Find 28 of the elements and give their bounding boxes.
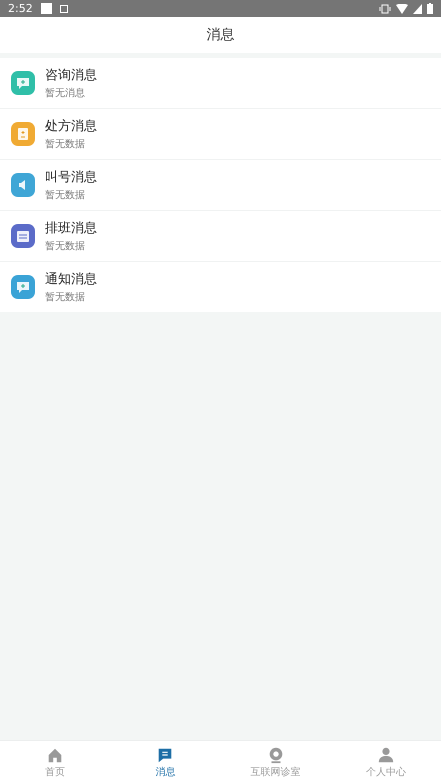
notification-icon: [40, 3, 52, 14]
person-icon: [376, 746, 395, 764]
category-title: 排班消息: [45, 220, 97, 237]
message-category-item[interactable]: 处方消息 暂无数据: [0, 109, 441, 160]
vibrate-icon: [379, 4, 391, 14]
category-subtitle: 暂无数据: [45, 188, 86, 202]
category-subtitle: 暂无数据: [45, 290, 86, 304]
category-title: 通知消息: [45, 271, 97, 288]
signal-icon: [413, 4, 422, 14]
message-icon: [156, 746, 174, 764]
notification-icon: [60, 4, 68, 12]
home-icon: [46, 746, 64, 764]
page-title: 消息: [206, 26, 234, 44]
nav-tab[interactable]: 消息: [110, 741, 220, 784]
message-category-item[interactable]: 咨询消息 暂无消息: [0, 58, 441, 109]
message-category-item[interactable]: 排班消息 暂无数据: [0, 211, 441, 262]
status-time: 2:52: [8, 2, 33, 15]
category-title: 处方消息: [45, 118, 97, 135]
category-subtitle: 暂无数据: [45, 240, 86, 253]
category-title: 咨询消息: [45, 67, 97, 84]
message-category-item[interactable]: 通知消息 暂无数据: [0, 262, 441, 312]
battery-icon: [427, 3, 433, 14]
wifi-icon: [396, 4, 408, 14]
category-title: 叫号消息: [45, 169, 97, 186]
category-subtitle: 暂无消息: [45, 86, 86, 100]
category-subtitle: 暂无数据: [45, 138, 86, 151]
message-category-item[interactable]: 叫号消息 暂无数据: [0, 160, 441, 211]
camera-icon: [266, 746, 285, 764]
